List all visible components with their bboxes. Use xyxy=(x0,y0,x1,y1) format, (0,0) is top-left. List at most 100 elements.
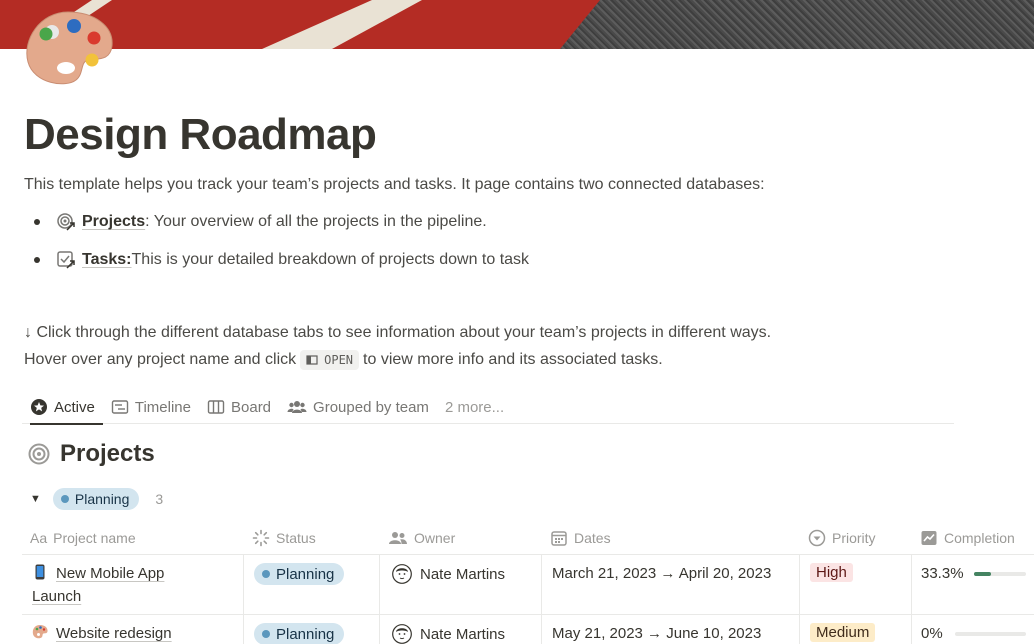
info-line-1: ↓ Click through the different database t… xyxy=(24,324,772,341)
open-chip-label: OPEN xyxy=(324,353,354,367)
tasks-bullet-text: This is your detailed breakdown of proje… xyxy=(131,251,530,268)
group-count: 3 xyxy=(155,491,164,507)
tab-label: Timeline xyxy=(134,398,191,416)
people-icon xyxy=(389,531,407,544)
project-name-cell[interactable]: Website redesign xyxy=(22,615,243,644)
group-header-planning: ▼ Planning 3 xyxy=(30,488,163,510)
table-header: Aa Project name Status Owner Dates Prior… xyxy=(22,520,1034,555)
date-range: May 21, 2023 → June 10, 2023 xyxy=(552,625,762,642)
completion: 0% xyxy=(921,625,1026,642)
chart-icon xyxy=(921,530,937,545)
board-icon xyxy=(207,400,225,414)
cover-asphalt xyxy=(560,0,1034,49)
tab-label: Board xyxy=(231,398,272,416)
column-header-dates[interactable]: Dates xyxy=(550,520,611,555)
status-dot xyxy=(262,570,270,578)
collapse-caret-icon[interactable]: ▼ xyxy=(30,493,41,505)
tasks-link[interactable]: Tasks: xyxy=(82,251,132,269)
mobile-phone-icon xyxy=(35,564,45,580)
owner: Nate Martins xyxy=(392,623,533,644)
bullet-projects: Projects : Your overview of all the proj… xyxy=(34,212,487,232)
tab-timeline[interactable]: Timeline xyxy=(103,390,199,424)
column-label: Priority xyxy=(832,529,876,546)
project-name-line: Launch xyxy=(32,588,82,605)
owner-name: Nate Martins xyxy=(420,625,506,643)
completion-value: 0% xyxy=(921,625,943,642)
target-link-icon xyxy=(57,213,75,231)
timeline-icon xyxy=(111,400,129,414)
status-icon xyxy=(252,529,270,546)
cover-image xyxy=(0,0,1034,49)
cover-stripe xyxy=(262,0,422,49)
view-tabs: Active Timeline Board Grouped by team 2 … xyxy=(22,390,954,425)
progress-bar xyxy=(954,631,1026,636)
completion-cell[interactable]: 0% xyxy=(911,615,1034,644)
dates-cell[interactable]: May 21, 2023 → June 10, 2023 xyxy=(541,615,799,644)
status-pill: Planning xyxy=(254,623,345,644)
open-panel-icon xyxy=(306,355,318,365)
completion-cell[interactable]: 33.3% xyxy=(911,555,1034,614)
status-label: Planning xyxy=(276,625,335,643)
avatar xyxy=(392,624,412,644)
page-description: This template helps you track your team’… xyxy=(24,176,765,193)
target-icon xyxy=(28,443,50,465)
calendar-icon xyxy=(551,530,567,546)
progress-fill xyxy=(973,571,991,576)
priority-tag: High xyxy=(810,563,853,582)
owner-cell[interactable]: Nate Martins xyxy=(379,555,541,614)
people-icon xyxy=(287,401,307,413)
projects-table: Aa Project name Status Owner Dates Prior… xyxy=(22,520,1034,644)
owner-cell[interactable]: Nate Martins xyxy=(379,615,541,644)
owner: Nate Martins xyxy=(392,563,533,585)
table-row[interactable]: Website redesign Planning Nate Martins M… xyxy=(22,615,1034,644)
tab-board[interactable]: Board xyxy=(199,390,279,424)
open-chip: OPEN xyxy=(300,350,360,370)
info-line-2-before: Hover over any project name and click xyxy=(24,351,297,368)
dates-cell[interactable]: March 21, 2023 → April 20, 2023 xyxy=(541,555,799,614)
status-dot xyxy=(60,495,69,503)
priority-tag: Medium xyxy=(810,623,876,642)
project-name-line: New Mobile App xyxy=(56,565,165,582)
column-header-completion[interactable]: Completion xyxy=(920,520,1015,555)
table-row[interactable]: New Mobile App Launch Planning Nate Mart… xyxy=(22,555,1034,615)
tab-label: Grouped by team xyxy=(313,398,429,416)
project-name[interactable]: New Mobile App Launch xyxy=(32,562,235,608)
group-status-pill: Planning xyxy=(52,488,140,510)
tab-active[interactable]: Active xyxy=(22,390,103,425)
bullet-dot xyxy=(34,257,40,263)
palette-icon[interactable] xyxy=(24,10,114,86)
star-badge-icon xyxy=(31,399,47,415)
column-header-priority[interactable]: Priority xyxy=(808,520,876,555)
bullet-dot xyxy=(34,219,40,225)
text-property-icon: Aa xyxy=(30,529,48,546)
column-label: Project name xyxy=(53,529,136,546)
status-cell[interactable]: Planning xyxy=(243,615,379,644)
column-label: Completion xyxy=(944,529,1015,546)
database-title[interactable]: Projects xyxy=(28,440,155,468)
projects-link[interactable]: Projects xyxy=(82,213,145,231)
checkbox-link-icon xyxy=(57,251,75,269)
project-name[interactable]: Website redesign xyxy=(32,622,235,644)
status-pill: Planning xyxy=(254,563,345,585)
tab-more[interactable]: 2 more... xyxy=(437,390,512,424)
bullet-tasks: Tasks: This is your detailed breakdown o… xyxy=(34,250,529,270)
priority-cell[interactable]: Medium xyxy=(799,615,911,644)
tab-grouped-by-team[interactable]: Grouped by team xyxy=(279,390,437,424)
tab-label: Active xyxy=(54,398,95,416)
tab-label: 2 more... xyxy=(444,398,505,416)
column-label: Dates xyxy=(574,529,611,546)
status-dot xyxy=(262,630,270,638)
column-header-owner[interactable]: Owner xyxy=(388,520,455,555)
palette-icon xyxy=(32,625,48,639)
priority-cell[interactable]: High xyxy=(799,555,911,614)
project-name-line: Website redesign xyxy=(56,625,172,642)
project-name-cell[interactable]: New Mobile App Launch xyxy=(22,555,243,614)
column-header-status[interactable]: Status xyxy=(252,520,316,555)
date-range: March 21, 2023 → April 20, 2023 xyxy=(552,565,772,582)
page-title[interactable]: Design Roadmap xyxy=(24,110,377,160)
status-cell[interactable]: Planning xyxy=(243,555,379,614)
priority-icon xyxy=(808,529,826,546)
avatar xyxy=(392,564,412,584)
column-header-project-name[interactable]: Aa Project name xyxy=(30,520,136,555)
info-line-2: Hover over any project name and click OP… xyxy=(24,350,663,370)
